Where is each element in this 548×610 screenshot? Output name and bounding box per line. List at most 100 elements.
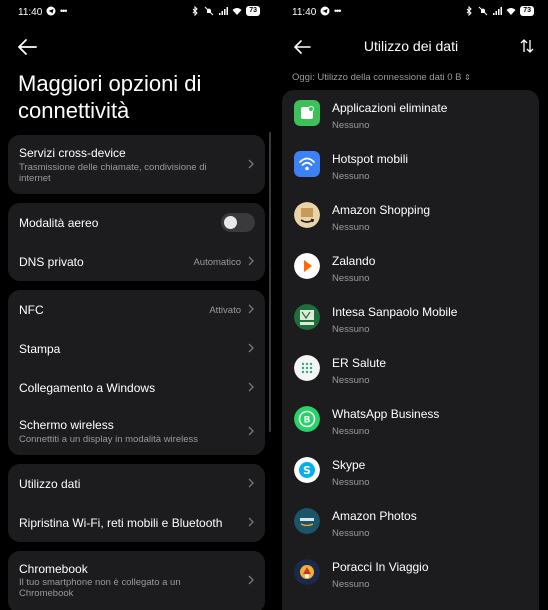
telegram-icon [46,6,56,16]
mute-icon [204,6,214,16]
app-name: Hotspot mobili [332,152,409,166]
chevron-right-icon [248,517,254,527]
list-item[interactable]: Intesa Sanpaolo Mobile Nessuno [282,294,539,345]
settings-group-network: Modalità aereo DNS privato Automatico [8,203,265,281]
list-item[interactable]: Hotspot mobili Nessuno [282,141,539,192]
mute-icon [478,6,488,16]
data-period-label: Oggi: Utilizzo della connessione dati 0 … [292,72,462,83]
settings-item-cross-device[interactable]: Servizi cross-device Trasmissione delle … [8,135,265,194]
page-title: Maggiori opzioni di connettività [18,71,202,123]
settings-item-label: Schermo wireless [19,418,114,432]
chevron-right-icon [248,478,254,488]
amazon-photos-icon [294,508,320,534]
battery-indicator: 73 [520,6,534,16]
app-usage: Nessuno [332,375,370,386]
settings-item-print[interactable]: Stampa [8,329,265,368]
app-usage: Nessuno [332,426,370,437]
status-bar: 11:40 ••• 73 [0,0,274,26]
settings-item-description: Il tuo smartphone non è collegato a un C… [19,577,181,599]
more-notifications-icon: ••• [334,6,342,16]
chevron-right-icon [248,304,254,314]
deleted-apps-icon [294,100,320,126]
scrollbar[interactable] [269,132,271,432]
settings-item-label: Ripristina Wi-Fi, reti mobili e Bluetoot… [19,516,223,530]
list-item[interactable]: Amazon Photos Nessuno [282,498,539,549]
list-item[interactable]: Zalando Nessuno [282,243,539,294]
settings-item-label: Stampa [19,342,61,356]
up-down-chevron-icon: ⇕ [464,73,471,82]
skype-icon: S [294,457,320,483]
signal-icon [219,7,229,15]
status-time: 11:40 [292,7,317,18]
list-item[interactable]: Applicazioni eliminate Nessuno [282,90,539,141]
settings-group-cross-device: Servizi cross-device Trasmissione delle … [8,135,265,194]
zalando-icon [294,253,320,279]
chevron-right-icon [248,256,254,266]
settings-item-wireless-display[interactable]: Schermo wireless Connettiti a un display… [8,407,265,455]
connectivity-screen: 11:40 ••• 73 Maggiori opzioni di connett… [0,0,274,610]
list-item[interactable]: Poracci In Viaggio Nessuno [282,549,539,600]
app-usage: Nessuno [332,477,370,488]
sort-icon[interactable] [520,38,534,54]
chevron-right-icon [248,382,254,392]
whatsapp-business-icon: B [294,406,320,432]
amazon-shopping-icon [294,202,320,228]
settings-item-data-usage[interactable]: Utilizzo dati [8,464,265,503]
intesa-sanpaolo-icon [294,304,320,330]
app-usage: Nessuno [332,222,370,233]
wifi-icon [232,8,242,15]
svg-text:S: S [303,464,311,477]
list-item[interactable]: Amazon Shopping Nessuno [282,192,539,243]
settings-item-value: Automatico [193,257,241,268]
settings-item-link-to-windows[interactable]: Collegamento a Windows [8,368,265,407]
settings-item-description: Connettiti a un display in modalità wire… [19,434,199,445]
app-usage: Nessuno [332,120,370,131]
app-usage-list: Applicazioni eliminate Nessuno Hotspot m… [282,90,539,610]
list-item[interactable]: S Skype Nessuno [282,447,539,498]
chevron-right-icon [248,426,254,436]
settings-group-data: Utilizzo dati Ripristina Wi-Fi, reti mob… [8,464,265,542]
app-name: Amazon Photos [332,509,417,523]
app-name: ER Salute [332,356,387,370]
settings-item-chromebook[interactable]: Chromebook Il tuo smartphone non è colle… [8,551,265,610]
settings-item-label: Utilizzo dati [19,477,81,491]
battery-indicator: 73 [246,6,260,16]
app-usage: Nessuno [332,273,370,284]
settings-item-nfc[interactable]: NFC Attivato [8,290,265,329]
settings-item-description: Trasmissione delle chiamate, condivision… [19,162,207,184]
svg-text:B: B [304,416,311,426]
settings-group-connections: NFC Attivato Stampa Collegamento a Windo… [8,290,265,455]
chevron-right-icon [248,575,254,585]
settings-item-value: Attivato [209,305,241,316]
er-salute-icon [294,355,320,381]
list-item[interactable]: B WhatsApp Business Nessuno [282,396,539,447]
app-name: Poracci In Viaggio [332,560,429,574]
bluetooth-icon [192,6,198,16]
settings-item-reset-network[interactable]: Ripristina Wi-Fi, reti mobili e Bluetoot… [8,503,265,542]
airplane-mode-toggle[interactable] [221,213,255,232]
bluetooth-icon [466,6,472,16]
settings-item-private-dns[interactable]: DNS privato Automatico [8,242,265,281]
app-usage: Nessuno [332,324,370,335]
app-usage: Nessuno [332,171,370,182]
settings-item-label: DNS privato [19,255,84,269]
list-item[interactable]: ER Salute Nessuno [282,345,539,396]
data-usage-screen: 11:40 ••• 73 Utilizzo dei dati Oggi: Uti… [274,0,548,610]
settings-item-label: Servizi cross-device [19,146,126,160]
hotspot-icon [294,151,320,177]
status-time: 11:40 [18,7,43,18]
app-usage: Nessuno [332,528,370,539]
app-name: Amazon Shopping [332,203,431,217]
app-name: WhatsApp Business [332,407,440,421]
app-name: Skype [332,458,366,472]
data-period-selector[interactable]: Oggi: Utilizzo della connessione dati 0 … [292,72,471,83]
app-name: Applicazioni eliminate [332,101,448,115]
back-arrow-icon[interactable] [16,38,38,56]
signal-icon [493,7,503,15]
status-bar: 11:40 ••• 73 [274,0,548,26]
settings-item-label: Chromebook [19,562,88,576]
chevron-right-icon [248,159,254,169]
settings-item-airplane-mode[interactable]: Modalità aereo [8,203,265,242]
chevron-right-icon [248,343,254,353]
toggle-knob [224,216,237,229]
